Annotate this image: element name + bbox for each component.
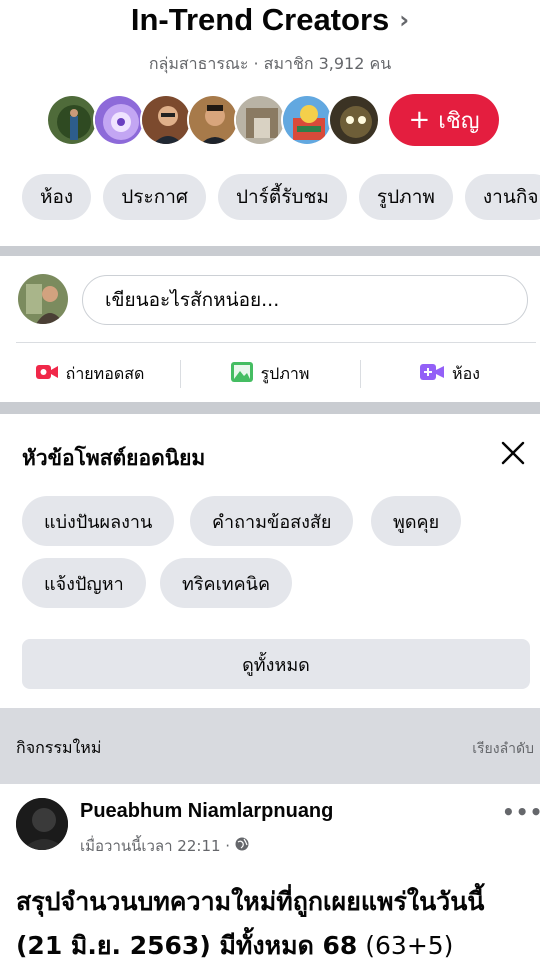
tab-watch-party[interactable]: ปาร์ตี้รับชม — [217, 174, 347, 220]
member-avatar[interactable] — [46, 94, 98, 146]
room-label: ห้อง — [452, 363, 480, 383]
room-button[interactable]: ห้อง — [360, 356, 540, 392]
plus-icon: + — [408, 105, 431, 135]
member-avatar[interactable] — [93, 94, 145, 146]
section-divider — [0, 246, 540, 256]
activity-header: กิจกรรมใหม่ เรียงลำดับ — [0, 708, 540, 784]
member-avatar[interactable] — [281, 94, 333, 146]
invite-label: เชิญ — [438, 108, 480, 134]
topic-tips-tricks[interactable]: ทริคเทคนิค — [160, 558, 292, 608]
post-text-rest: (63+5) — [357, 931, 454, 960]
globe-icon — [235, 837, 249, 855]
more-options-icon[interactable]: ••• — [502, 800, 540, 824]
live-video-button[interactable]: ถ่ายทอดสด — [0, 356, 180, 392]
post-composer: เขียนอะไรสักหน่อย... ถ่ายทอดสด รูปภาพ ห้… — [0, 256, 540, 402]
member-avatars[interactable]: + เชิญ — [46, 92, 499, 148]
member-avatar[interactable] — [187, 94, 239, 146]
live-video-label: ถ่ายทอดสด — [65, 363, 145, 383]
member-avatar[interactable] — [234, 94, 286, 146]
popular-topics: หัวข้อโพสต์ยอดนิยม แบ่งปันผลงาน คำถามข้อ… — [0, 414, 540, 708]
group-tabs: ห้อง ประกาศ ปาร์ตี้รับชม รูปภาพ งานกิจ — [22, 174, 540, 220]
composer-input[interactable]: เขียนอะไรสักหน่อย... — [82, 275, 528, 325]
member-avatar[interactable] — [140, 94, 192, 146]
topics-title: หัวข้อโพสต์ยอดนิยม — [22, 446, 206, 470]
close-icon[interactable] — [496, 436, 530, 470]
post-time[interactable]: เมื่อวานนี้เวลา 22:11 · — [80, 834, 230, 858]
section-divider — [0, 402, 540, 414]
photo-label: รูปภาพ — [260, 363, 310, 383]
group-title-row[interactable]: In-Trend Creators › — [0, 2, 540, 38]
activity-label: กิจกรรมใหม่ — [16, 738, 102, 757]
invite-button[interactable]: + เชิญ — [389, 94, 499, 146]
post-author[interactable]: Pueabhum Niamlarpnuang — [80, 800, 333, 823]
see-all-button[interactable]: ดูทั้งหมด — [22, 639, 530, 689]
post-text-bold: (21 มิ.ย. 2563) มีทั้งหมด 68 — [16, 931, 358, 960]
feed-post: Pueabhum Niamlarpnuang เมื่อวานนี้เวลา 2… — [0, 784, 540, 960]
topic-questions[interactable]: คำถามข้อสงสัย — [190, 496, 354, 546]
post-text: สรุปจำนวนบทความใหม่ที่ถูกเผยแพร่ในวันนี้… — [16, 880, 536, 960]
user-avatar[interactable] — [18, 274, 68, 324]
tab-announcements[interactable]: ประกาศ — [103, 174, 206, 220]
group-title[interactable]: In-Trend Creators — [131, 2, 389, 38]
member-avatar[interactable] — [328, 94, 380, 146]
group-subtitle: กลุ่มสาธารณะ · สมาชิก 3,912 คน — [148, 54, 392, 73]
composer-actions: ถ่ายทอดสด รูปภาพ ห้อง — [0, 356, 540, 392]
topic-discussion[interactable]: พูดคุย — [371, 496, 462, 546]
topic-report-issue[interactable]: แจ้งปัญหา — [22, 558, 146, 608]
chevron-right-icon[interactable]: › — [399, 6, 409, 34]
live-video-icon — [35, 364, 58, 384]
divider — [16, 342, 536, 343]
post-text-line: (21 มิ.ย. 2563) มีทั้งหมด 68 (63+5) — [16, 924, 536, 960]
topic-share-work[interactable]: แบ่งปันผลงาน — [22, 496, 175, 546]
tab-photos[interactable]: รูปภาพ — [358, 174, 453, 220]
room-video-icon — [420, 364, 445, 384]
post-meta: เมื่อวานนี้เวลา 22:11 · — [80, 834, 249, 858]
sort-button[interactable]: เรียงลำดับ — [472, 738, 534, 760]
tab-rooms[interactable]: ห้อง — [22, 174, 92, 220]
post-text-line: สรุปจำนวนบทความใหม่ที่ถูกเผยแพร่ในวันนี้ — [16, 887, 485, 916]
photo-button[interactable]: รูปภาพ — [180, 356, 360, 392]
author-avatar[interactable] — [16, 798, 68, 850]
group-header: In-Trend Creators › กลุ่มสาธารณะ · สมาชิก… — [0, 0, 540, 230]
photo-icon — [230, 362, 253, 386]
tab-events[interactable]: งานกิจ — [464, 174, 540, 220]
